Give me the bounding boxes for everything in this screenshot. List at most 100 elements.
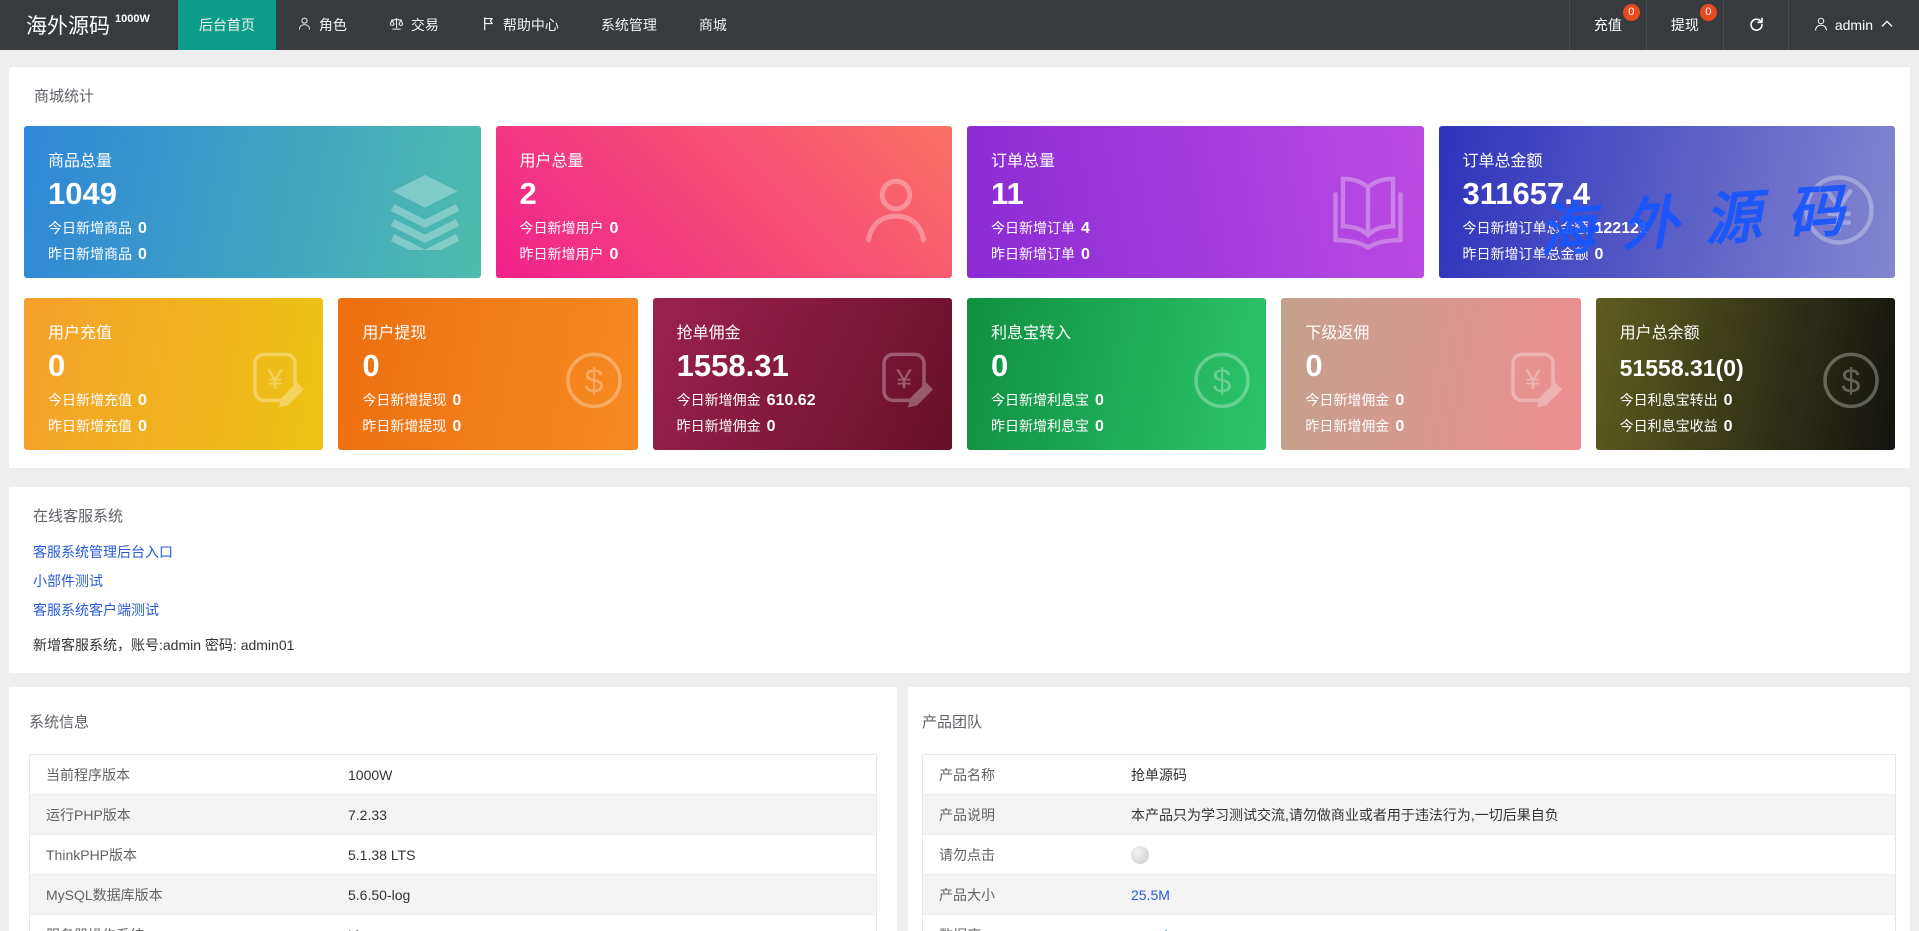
person-icon [856, 170, 936, 250]
line-value: 0 [609, 219, 619, 237]
menu-item-label: 系统管理 [600, 17, 657, 33]
book-icon [1328, 170, 1408, 250]
line-value: 0 [1081, 245, 1090, 263]
table-row: 产品大小 25.5M [922, 874, 1896, 915]
dollar-circle-icon [1819, 348, 1883, 412]
card-title: 下级返佣 [1305, 325, 1370, 342]
main-menu: 后台首页 角色 交易 帮助中心 系统管理 商城 [177, 0, 748, 50]
row-label: 运行PHP版本 [29, 794, 332, 835]
card-line-yesterday: 昨日新增充值 0 [48, 416, 299, 436]
system-info-panel: 系统信息 当前程序版本 1000W 运行PHP版本 7.2.33 ThinkPH… [9, 687, 897, 931]
menu-item-label: 帮助中心 [502, 17, 559, 33]
line-label: 昨日新增利息宝 [991, 417, 1089, 434]
refresh-button[interactable] [1722, 0, 1788, 50]
line-value: 0 [1095, 391, 1104, 409]
yen-circle-icon [1799, 170, 1879, 250]
card-title: 用户提现 [362, 325, 427, 342]
product-size-link[interactable]: 25.5M [1115, 874, 1896, 915]
line-label: 今日新增订单总金额 [1462, 219, 1589, 236]
card-line-yesterday: 昨日新增提现 0 [362, 416, 613, 436]
database-link[interactable]: mysql [1115, 914, 1896, 931]
stat-card-user-recharge: 用户充值 0 今日新增充值 0 昨日新增充值 0 [24, 298, 324, 450]
line-value: 0 [138, 417, 147, 435]
navbar-right: 充值 0 提现 0 admin [1568, 0, 1919, 50]
top-navbar: 海外源码 1000W 后台首页 角色 交易 帮助中心 系统管理 商城 充值 0 … [0, 0, 1919, 50]
app-logo: 海外源码 1000W [0, 0, 178, 50]
line-value: 0 [138, 219, 147, 237]
row-value: 本产品只为学习测试交流,请勿做商业或者用于违法行为,一切后果自负 [1115, 794, 1896, 835]
line-value: 0 [1095, 417, 1104, 435]
line-label: 今日新增商品 [48, 219, 132, 236]
chevron-up-icon [1879, 16, 1895, 35]
row-label: MySQL数据库版本 [29, 874, 332, 915]
line-label: 昨日新增佣金 [1305, 417, 1390, 434]
customer-service-panel: 在线客服系统 客服系统管理后台入口 小部件测试 客服系统客户端测试 新增客服系统… [9, 487, 1910, 673]
line-value: 0 [1723, 417, 1733, 435]
line-label: 今日新增佣金 [1305, 391, 1390, 408]
stat-card-goods-total: 商品总量 1049 今日新增商品 0 昨日新增商品 0 [24, 126, 481, 278]
stat-card-user-balance: 用户总余额 51558.31(0) 今日利息宝转出 0 今日利息宝收益 0 [1595, 298, 1895, 450]
system-info-table: 当前程序版本 1000W 运行PHP版本 7.2.33 ThinkPHP版本 5… [29, 754, 877, 931]
dashboard-page: 海外源码 1000W 后台首页 角色 交易 帮助中心 系统管理 商城 充值 0 … [0, 0, 1919, 931]
menu-item-system-mgmt[interactable]: 系统管理 [580, 0, 678, 50]
card-title: 商品总量 [48, 153, 113, 170]
line-value: 0 [452, 391, 462, 409]
service-admin-link[interactable]: 客服系统管理后台入口 [33, 542, 173, 562]
card-title: 用户总量 [519, 153, 584, 170]
service-title: 在线客服系统 [33, 508, 124, 525]
widget-test-link[interactable]: 小部件测试 [33, 571, 103, 591]
table-row: ThinkPHP版本 5.1.38 LTS [29, 834, 877, 875]
flag-icon [481, 16, 496, 34]
card-title: 用户充值 [48, 325, 113, 342]
table-row: 请勿点击 [922, 834, 1896, 875]
money-edit-icon [1505, 348, 1569, 412]
line-label: 今日新增利息宝 [991, 391, 1089, 408]
line-value: 0 [1395, 417, 1405, 435]
gray-circle-icon[interactable] [1131, 845, 1149, 864]
menu-item-label: 角色 [318, 17, 347, 33]
line-value: 610.62 [766, 391, 816, 409]
line-label: 昨日新增商品 [48, 245, 132, 262]
line-value: 0 [452, 417, 462, 435]
stat-card-user-withdraw: 用户提现 0 今日新增提现 0 昨日新增提现 0 [338, 298, 638, 450]
service-note: 新增客服系统，账号:admin 密码: admin01 [33, 637, 295, 653]
user-icon [297, 16, 312, 34]
username: admin [1834, 17, 1873, 33]
card-title: 用户总余额 [1619, 325, 1700, 342]
menu-item-mall[interactable]: 商城 [678, 0, 748, 50]
line-label: 今日新增提现 [362, 391, 447, 408]
line-label: 今日新增用户 [519, 219, 604, 236]
stats-panel: 商城统计 海外源码 商品总量 1049 今日新增商品 0 昨日新增商品 0 用户总量… [9, 67, 1910, 468]
client-test-link[interactable]: 客服系统客户端测试 [33, 600, 159, 620]
line-label: 今日新增佣金 [676, 391, 761, 408]
service-links: 客服系统管理后台入口 小部件测试 客服系统客户端测试 [33, 542, 1886, 620]
stats-row-2: 用户充值 0 今日新增充值 0 昨日新增充值 0 用户提现 0 今日新增提现 0 昨日… [24, 298, 1895, 450]
line-value: 0 [138, 245, 147, 263]
stats-row-1: 商品总量 1049 今日新增商品 0 昨日新增商品 0 用户总量 2 今日新增用户 0… [24, 126, 1895, 278]
menu-item-help-center[interactable]: 帮助中心 [460, 0, 580, 50]
withdraw-button[interactable]: 提现 0 [1645, 0, 1723, 50]
row-label: 服务器操作系统 [29, 914, 332, 931]
recharge-badge: 0 [1622, 4, 1640, 21]
line-label: 昨日新增充值 [48, 417, 132, 434]
menu-item-trade[interactable]: 交易 [368, 0, 460, 50]
row-value: 5.1.38 LTS [332, 834, 877, 875]
recharge-button[interactable]: 充值 0 [1568, 0, 1646, 50]
withdraw-badge: 0 [1699, 4, 1717, 21]
dollar-circle-icon [1190, 348, 1254, 412]
row-value: 7.2.33 [332, 794, 877, 835]
row-label: 产品大小 [922, 874, 1115, 915]
table-row: 运行PHP版本 7.2.33 [29, 794, 877, 835]
menu-item-home[interactable]: 后台首页 [177, 0, 276, 50]
menu-item-roles[interactable]: 角色 [276, 0, 368, 50]
line-value: 0 [1594, 245, 1604, 263]
stat-card-sub-rebate: 下级返佣 0 今日新增佣金 0 昨日新增佣金 0 [1281, 298, 1581, 450]
menu-item-label: 商城 [698, 17, 727, 33]
scales-icon [389, 16, 404, 34]
user-dropdown[interactable]: admin [1787, 0, 1919, 50]
stats-title: 商城统计 [34, 88, 95, 105]
main-content: 商城统计 海外源码 商品总量 1049 今日新增商品 0 昨日新增商品 0 用户总量… [0, 50, 1919, 931]
card-title: 订单总量 [991, 153, 1056, 170]
refresh-icon [1748, 16, 1764, 35]
system-info-title: 系统信息 [29, 714, 90, 731]
